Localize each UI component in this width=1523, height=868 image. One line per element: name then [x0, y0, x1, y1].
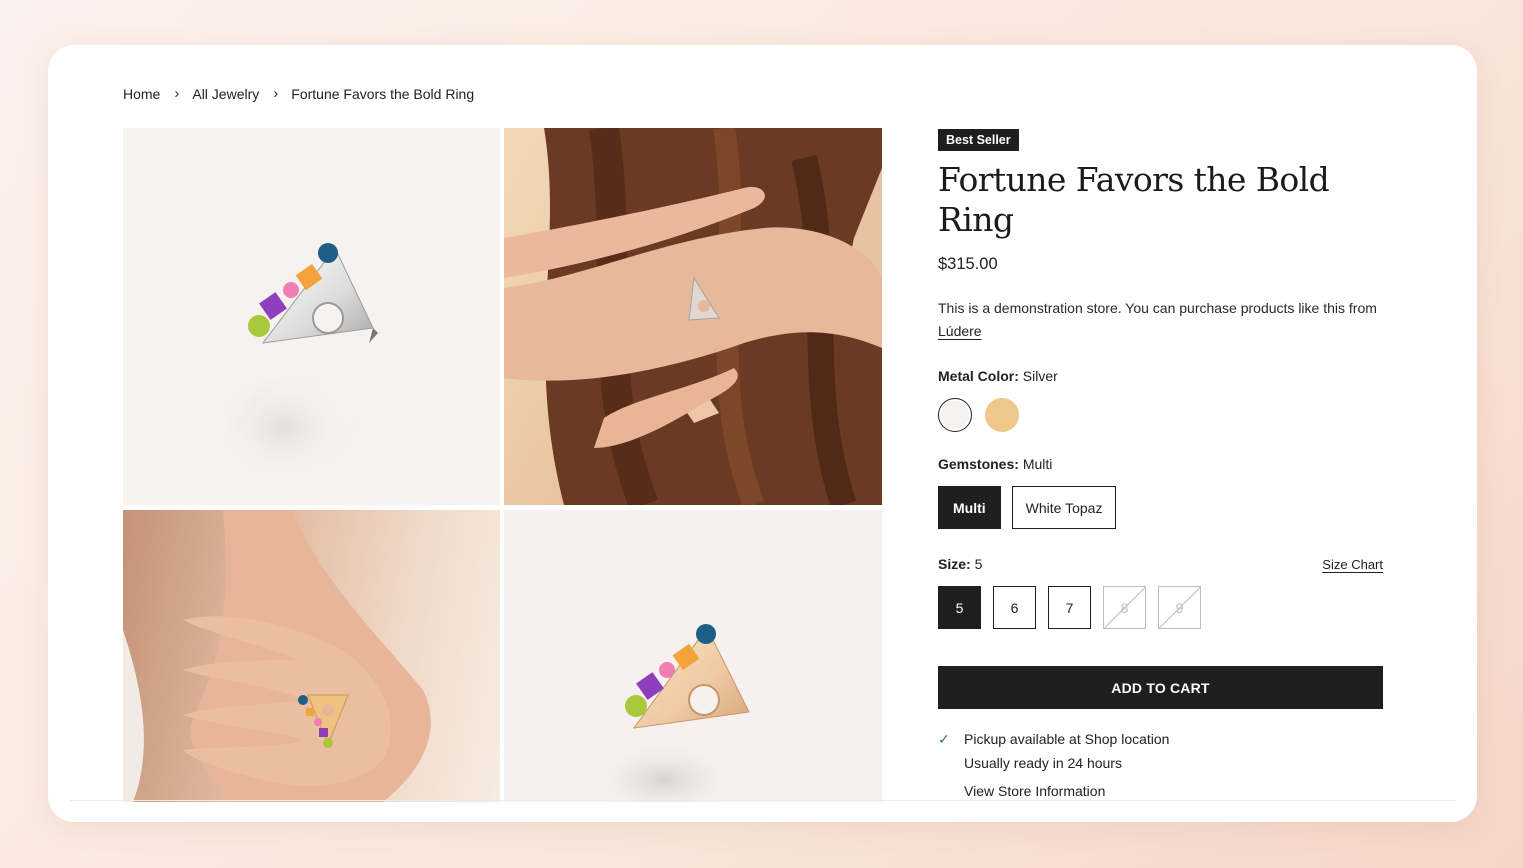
best-seller-badge: Best Seller	[938, 129, 1019, 151]
metal-color-selected: Silver	[1022, 368, 1058, 384]
gemstones-buttons: Multi White Topaz	[938, 486, 1383, 529]
add-to-cart-button[interactable]: ADD TO CART	[938, 666, 1383, 709]
product-title: Fortune Favors the Bold Ring	[938, 160, 1330, 239]
pickup-line-2: Usually ready in 24 hours	[964, 755, 1122, 771]
pickup-text: Pickup available at Shop location Usuall…	[964, 727, 1169, 803]
pickup-availability: ✓ Pickup available at Shop location Usua…	[938, 730, 1383, 803]
product-image-model-wrist[interactable]	[123, 510, 500, 802]
size-buttons: 5 6 7 8 9	[938, 586, 1383, 629]
product-info: Best Seller Fortune Favors the Bold Ring…	[938, 129, 1383, 803]
size-label-title: Size:	[938, 556, 971, 572]
size-button-6[interactable]: 6	[993, 586, 1036, 629]
product-gallery	[123, 128, 882, 802]
gemstones-label: Gemstones: Multi	[938, 456, 1383, 472]
gem-button-white-topaz[interactable]: White Topaz	[1011, 486, 1117, 529]
swatch-gold[interactable]	[985, 398, 1019, 432]
metal-color-label: Metal Color: Silver	[938, 368, 1383, 384]
product-description: This is a demonstration store. You can p…	[938, 297, 1383, 343]
breadcrumb-current: Fortune Favors the Bold Ring	[291, 85, 475, 102]
vendor-link[interactable]: Lúdere	[938, 323, 982, 339]
breadcrumb-home[interactable]: Home	[123, 86, 160, 102]
divider	[70, 800, 1455, 801]
size-selected: 5	[974, 556, 983, 572]
gemstones-option: Gemstones: Multi Multi White Topaz	[938, 456, 1383, 529]
metal-color-option: Metal Color: Silver	[938, 368, 1383, 432]
swatch-silver[interactable]	[938, 398, 972, 432]
size-button-5[interactable]: 5	[938, 586, 981, 629]
product-image-model-hair[interactable]	[504, 128, 882, 505]
gemstones-selected: Multi	[1022, 456, 1053, 472]
chevron-right-icon: ›	[273, 85, 279, 102]
product-image-silver-ring[interactable]	[123, 128, 500, 505]
size-button-9-unavailable[interactable]: 9	[1158, 586, 1201, 629]
metal-color-label-title: Metal Color:	[938, 368, 1019, 384]
description-text: This is a demonstration store. You can p…	[938, 300, 1377, 316]
size-chart-link[interactable]: Size Chart	[1322, 557, 1383, 572]
size-button-8-unavailable[interactable]: 8	[1103, 586, 1146, 629]
size-button-7[interactable]: 7	[1048, 586, 1091, 629]
breadcrumb: Home › All Jewelry › Fortune Favors the …	[123, 85, 474, 102]
size-label: Size: 5	[938, 556, 982, 572]
product-price: $315.00	[938, 255, 998, 273]
size-option-header: Size: 5 Size Chart	[938, 556, 1383, 572]
breadcrumb-all-jewelry[interactable]: All Jewelry	[192, 86, 259, 102]
product-image-gold-ring[interactable]	[504, 510, 882, 802]
metal-swatches	[938, 398, 1383, 432]
pickup-line-1: Pickup available at Shop location	[964, 731, 1170, 747]
checkmark-icon: ✓	[938, 731, 950, 747]
chevron-right-icon: ›	[174, 85, 180, 102]
gem-button-multi[interactable]: Multi	[938, 486, 1001, 529]
product-card: Home › All Jewelry › Fortune Favors the …	[48, 45, 1477, 822]
gemstones-label-title: Gemstones:	[938, 456, 1019, 472]
